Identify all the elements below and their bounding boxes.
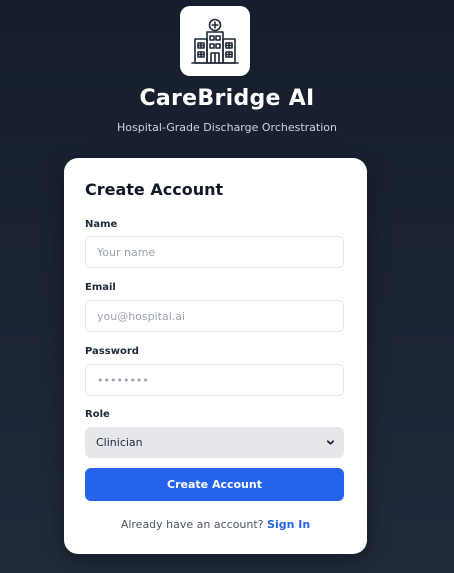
password-label: Password	[85, 346, 139, 357]
role-select[interactable]: Clinician	[85, 427, 344, 458]
password-input[interactable]	[85, 364, 344, 396]
signup-card: Create Account Name Email Password Role …	[64, 158, 367, 554]
hospital-building-icon	[191, 18, 239, 64]
chevron-down-icon	[326, 440, 335, 445]
app-logo	[180, 6, 250, 76]
signup-page: CareBridge AI Hospital-Grade Discharge O…	[0, 0, 454, 573]
email-input[interactable]	[85, 300, 344, 332]
signin-prompt: Already have an account?	[120, 518, 264, 531]
signin-link[interactable]: Sign In	[267, 518, 310, 531]
email-label: Email	[85, 282, 116, 293]
app-title: CareBridge AI	[139, 86, 315, 111]
create-account-button[interactable]: Create Account	[85, 468, 344, 501]
signin-row: Already have an account? Sign In	[64, 518, 367, 531]
name-label: Name	[85, 219, 118, 230]
name-input[interactable]	[85, 236, 344, 268]
app-subtitle: Hospital-Grade Discharge Orchestration	[117, 121, 337, 134]
role-label: Role	[85, 409, 110, 420]
form-title: Create Account	[85, 180, 224, 199]
role-selected-value: Clinician	[96, 436, 143, 449]
